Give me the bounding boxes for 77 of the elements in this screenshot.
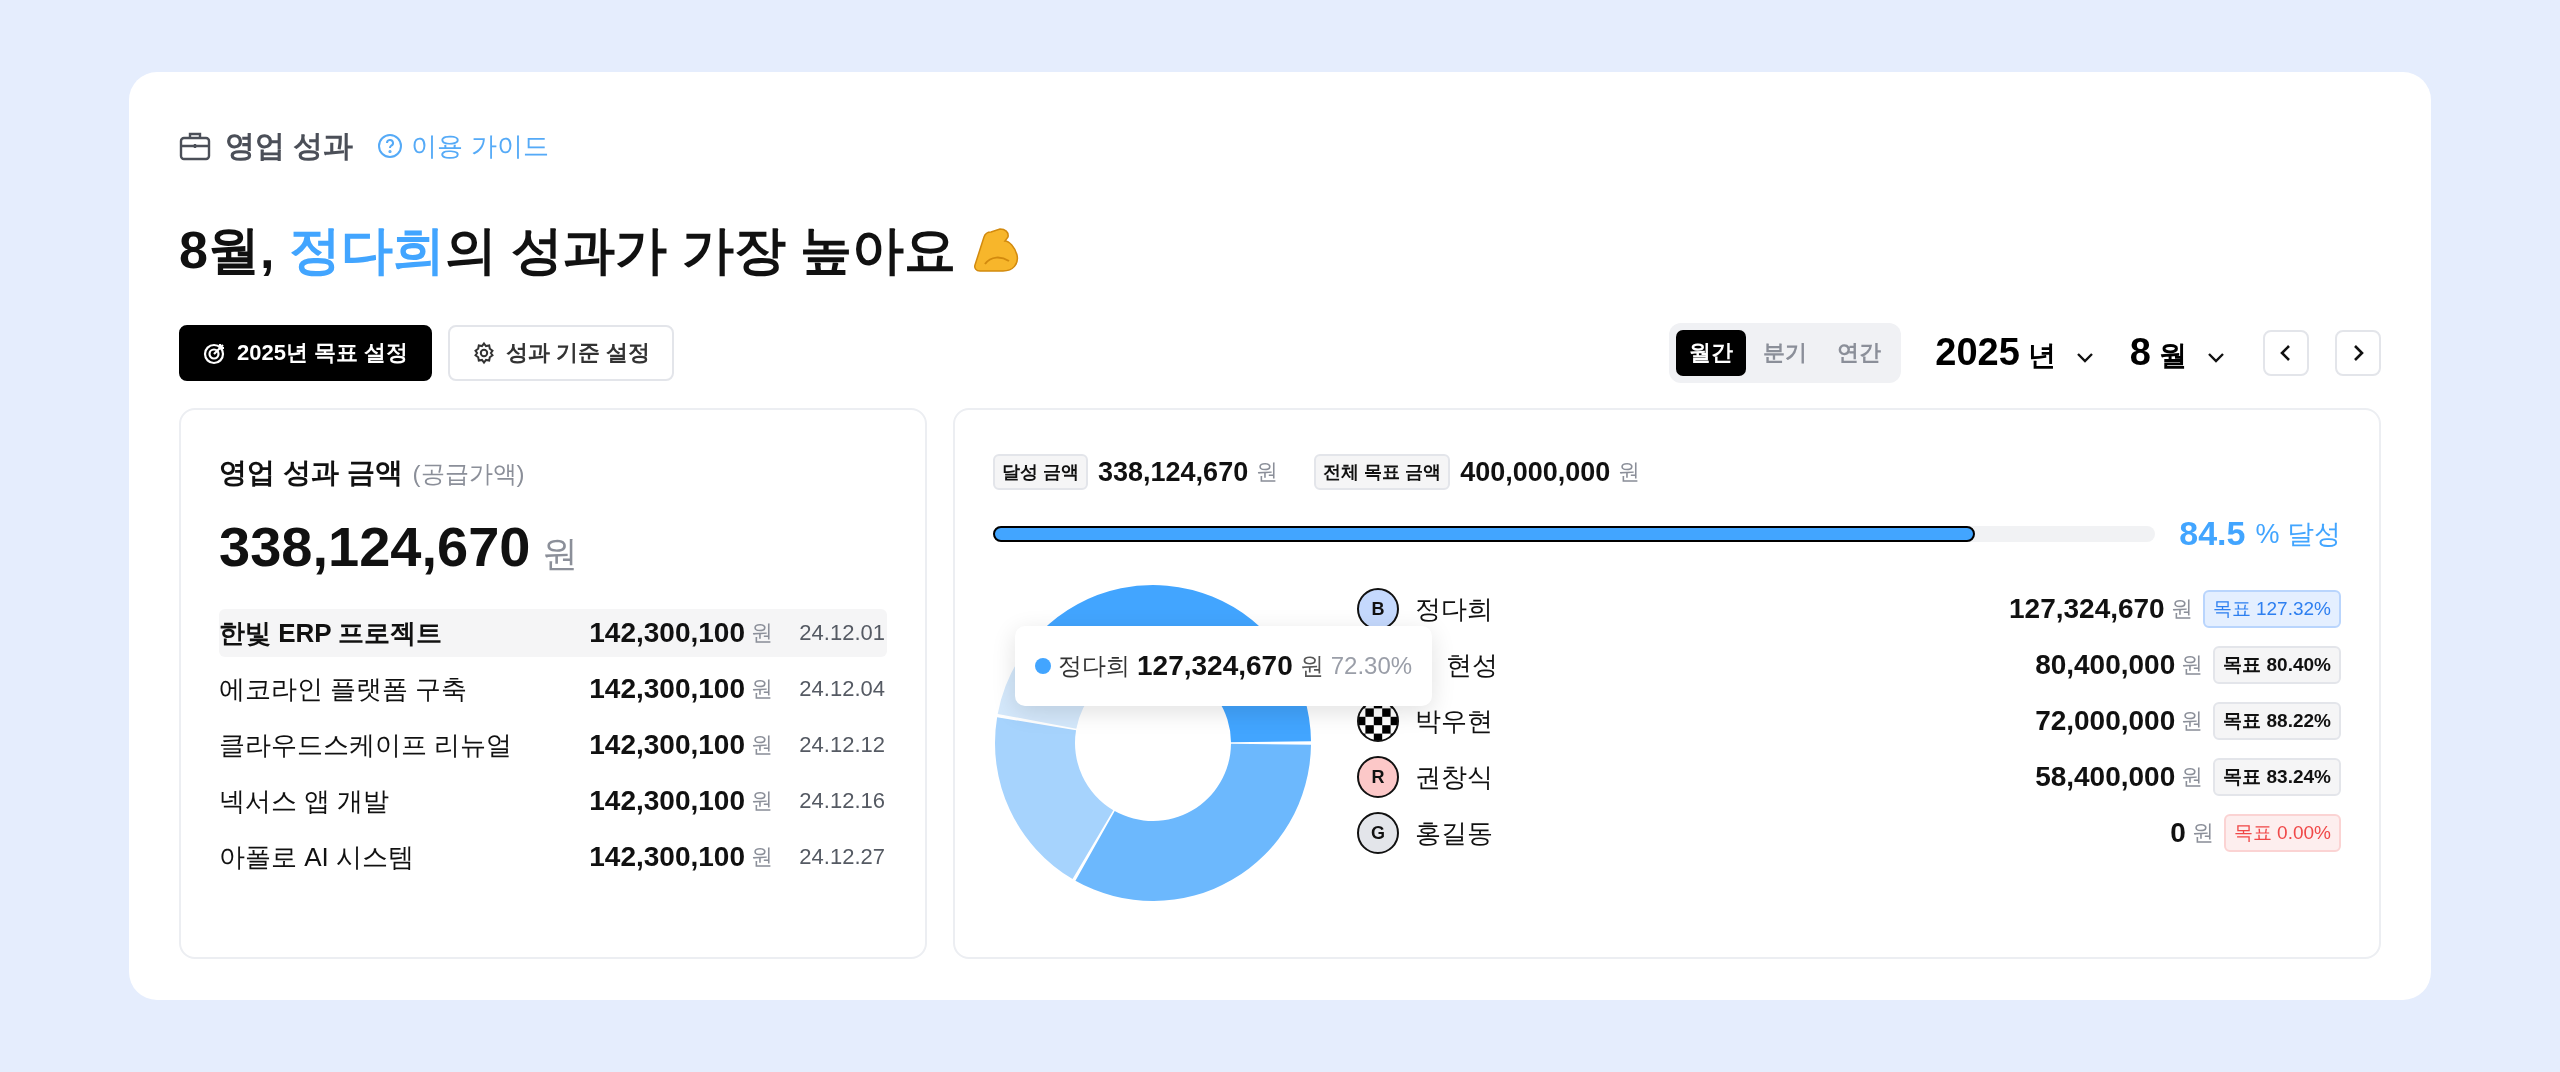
goal-rate-badge: 목표 80.40% (2213, 646, 2341, 684)
summary-subtitle: (공급가액) (412, 459, 525, 489)
chevron-down-icon (2205, 351, 2227, 365)
member-name: 현성 (1446, 649, 1499, 680)
currency-unit: 원 (1256, 458, 1279, 486)
currency-unit: 원 (1618, 458, 1641, 486)
currency-unit: 원 (1299, 651, 1324, 681)
project-name: 클라우드스케이프 리뉴얼 (219, 728, 514, 762)
next-button[interactable] (2335, 330, 2381, 376)
avatar: G (1357, 812, 1399, 854)
project-amount: 142,300,100 (589, 617, 745, 649)
currency-unit: 원 (751, 731, 773, 759)
briefcase-icon (179, 131, 211, 161)
achievement-suffix: % 달성 (2255, 517, 2341, 551)
achieved-label: 달성 금액 (993, 454, 1088, 490)
target-icon (203, 341, 227, 365)
goal-rate-badge: 목표 88.22% (2213, 702, 2341, 740)
tooltip-name: 정다희 (1058, 651, 1130, 681)
member-amount: 58,400,000 (2035, 761, 2176, 793)
project-row[interactable]: 아폴로 AI 시스템 142,300,100 원 24.12.27 (219, 833, 887, 881)
member-amount: 72,000,000 (2035, 705, 2176, 737)
project-row[interactable]: 넥서스 앱 개발 142,300,100 원 24.12.16 (219, 777, 887, 825)
currency-unit: 원 (751, 619, 773, 647)
goal-rate-badge: 목표 83.24% (2213, 758, 2341, 796)
period-tab[interactable]: 월간 (1676, 330, 1747, 376)
project-name: 아폴로 AI 시스템 (219, 840, 415, 874)
goal-rate-badge: 목표 0.00% (2223, 814, 2341, 852)
project-name: 넥서스 앱 개발 (219, 784, 391, 818)
project-date: 24.12.04 (798, 676, 885, 702)
previous-button[interactable] (2263, 330, 2309, 376)
section-title: 영업 성과 (225, 127, 354, 164)
settings-icon (472, 341, 497, 365)
project-row[interactable]: 에코라인 플랫폼 구축 142,300,100 원 24.12.04 (219, 665, 887, 713)
goal-rate-badge: 목표 127.32% (2202, 590, 2341, 628)
currency-unit: 원 (2181, 707, 2204, 735)
project-amount: 142,300,100 (589, 729, 745, 761)
year-select[interactable]: 2025 년 (1935, 331, 2096, 375)
project-amount: 142,300,100 (589, 785, 745, 817)
achievement-percent: 84.5 (2179, 514, 2246, 553)
project-date: 24.12.16 (798, 788, 885, 814)
total-amount: 338,124,670 (219, 514, 531, 579)
page-headline: 8월, 정다희의 성과가 가장 높아요 (179, 220, 957, 281)
currency-unit: 원 (751, 787, 773, 815)
member-amount: 127,324,670 (2009, 593, 2165, 625)
currency-unit: 원 (2170, 595, 2193, 623)
member-name: 홍길동 (1415, 817, 1493, 848)
achieved-amount: 338,124,670 (1098, 456, 1249, 488)
project-date: 24.12.27 (798, 844, 885, 870)
tooltip-amount: 127,324,670 (1137, 650, 1293, 682)
project-name: 에코라인 플랫폼 구축 (219, 672, 469, 706)
currency-unit: 원 (2181, 651, 2204, 679)
target-label: 전체 목표 금액 (1314, 454, 1451, 490)
member-name: 박우현 (1415, 705, 1493, 736)
currency-unit: 원 (2191, 819, 2214, 847)
member-name: 정다희 (1415, 593, 1493, 624)
tooltip-percent: 72.30% (1330, 652, 1413, 680)
project-amount: 142,300,100 (589, 673, 745, 705)
goal-setting-button[interactable]: 2025년 목표 설정 (179, 325, 433, 381)
project-name: 한빛 ERP 프로젝트 (219, 616, 444, 650)
project-row[interactable]: 한빛 ERP 프로젝트 142,300,100 원 24.12.01 (219, 609, 887, 657)
project-amount: 142,300,100 (589, 841, 745, 873)
month-select[interactable]: 8 월 (2129, 331, 2227, 375)
target-amount: 400,000,000 (1460, 456, 1611, 488)
currency-unit: 원 (2181, 763, 2204, 791)
summary-title: 영업 성과 금액 (219, 456, 403, 490)
currency-unit: 원 (751, 675, 773, 703)
currency-unit: 원 (542, 532, 579, 576)
currency-unit: 원 (751, 843, 773, 871)
help-icon (377, 133, 404, 159)
member-amount: 80,400,000 (2035, 649, 2176, 681)
project-date: 24.12.12 (798, 732, 885, 758)
criteria-setting-button[interactable]: 성과 기준 설정 (448, 325, 675, 381)
avatar: R (1357, 756, 1399, 798)
member-amount: 0 (2170, 817, 2186, 849)
member-name: 권창식 (1415, 761, 1493, 792)
project-row[interactable]: 클라우드스케이프 리뉴얼 142,300,100 원 24.12.12 (219, 721, 887, 769)
project-date: 24.12.01 (798, 620, 885, 646)
